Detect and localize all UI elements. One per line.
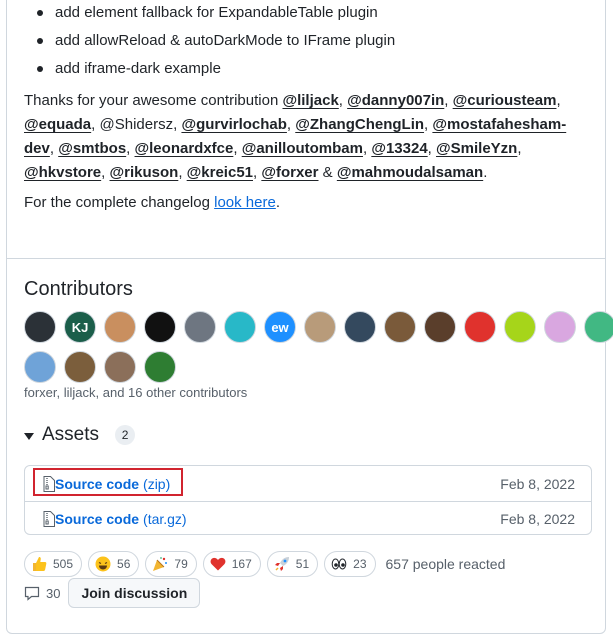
list-item: add element fallback for ExpandableTable…	[36, 0, 395, 27]
section-divider	[7, 258, 605, 259]
assets-count-badge: 2	[115, 425, 136, 445]
changelog-suffix: .	[275, 194, 281, 211]
user-mention-text: @Shidersz	[99, 116, 174, 133]
thanks-paragraph: Thanks for your awesome contribution @li…	[24, 89, 596, 185]
user-mention-link[interactable]: @mahmoudalsaman	[337, 164, 483, 181]
avatar[interactable]	[304, 311, 336, 343]
tada-icon	[153, 557, 168, 571]
reaction-heart[interactable]: 167	[202, 551, 261, 577]
avatar[interactable]	[104, 351, 136, 383]
highlight-box	[33, 468, 183, 496]
assets-list: Source code (zip) Feb 8, 2022 Source cod…	[24, 465, 592, 535]
contributors-summary: forxer, liljack, and 16 other contributo…	[24, 385, 248, 400]
user-mention-link[interactable]: @curiousteam	[453, 92, 557, 109]
user-mention-link[interactable]: @ZhangChengLin	[295, 116, 424, 133]
changelog-link[interactable]: look here	[214, 194, 276, 211]
avatar[interactable]	[384, 311, 416, 343]
avatar[interactable]	[224, 311, 256, 343]
reaction-count: 51	[295, 557, 310, 571]
avatar[interactable]	[104, 311, 136, 343]
rocket-icon	[274, 557, 289, 571]
avatar[interactable]	[464, 311, 496, 343]
user-mention-link[interactable]: @gurvirlochab	[181, 116, 286, 133]
discussion-row: 30 Join discussion	[24, 578, 201, 608]
user-mention-link[interactable]: @SmileYzn	[436, 140, 517, 157]
asset-date: Feb 8, 2022	[500, 475, 575, 492]
avatar[interactable]	[144, 351, 176, 383]
laugh-icon	[95, 556, 111, 572]
eyes-icon	[331, 558, 347, 570]
reaction-eyes[interactable]: 23	[324, 551, 376, 577]
avatar[interactable]	[344, 311, 376, 343]
avatar[interactable]	[24, 311, 56, 343]
avatar[interactable]	[144, 311, 176, 343]
user-mention-link[interactable]: @danny007in	[347, 92, 444, 109]
asset-link-targz[interactable]: Source code (tar.gz)	[43, 511, 187, 527]
reactions-bar: 505 56 79 167 51 23 657 people reacted	[24, 551, 505, 577]
avatar[interactable]	[584, 311, 613, 343]
list-item: add allowReload & autoDarkMode to IFrame…	[36, 27, 395, 55]
reaction-count: 23	[353, 557, 367, 571]
thumbs-up-icon	[33, 557, 47, 571]
avatar[interactable]	[184, 311, 216, 343]
thanks-prefix: Thanks for your awesome contribution	[24, 92, 283, 109]
changelog-prefix: For the complete changelog	[24, 194, 215, 211]
changelog-paragraph: For the complete changelog look here.	[24, 191, 280, 215]
list-item: add iframe-dark example	[36, 55, 395, 83]
reaction-count: 56	[117, 557, 131, 571]
assets-title: Assets	[42, 424, 100, 445]
user-mention-link[interactable]: @hkvstore	[24, 164, 101, 181]
user-mention-link[interactable]: @kreic51	[187, 164, 253, 181]
asset-row: Source code (tar.gz) Feb 8, 2022	[25, 501, 591, 536]
user-mention-link[interactable]: @equada	[24, 116, 91, 133]
asset-ext: (tar.gz)	[143, 511, 187, 527]
assets-toggle[interactable]: Assets 2	[24, 423, 136, 447]
file-zip-icon	[43, 511, 55, 527]
avatar[interactable]	[504, 311, 536, 343]
release-card: add element fallback for ExpandableTable…	[6, 0, 613, 634]
avatar[interactable]	[64, 351, 96, 383]
avatar[interactable]: ew	[264, 311, 296, 343]
reaction-tada[interactable]: 79	[145, 551, 197, 577]
user-mention-link[interactable]: @anilloutombam	[242, 140, 363, 157]
caret-down-icon	[24, 432, 34, 440]
release-notes: add element fallback for ExpandableTable…	[7, 0, 605, 258]
user-mention-link[interactable]: @rikuson	[110, 164, 179, 181]
user-mention-link[interactable]: @smtbos	[58, 140, 126, 157]
avatar[interactable]: KJ	[64, 311, 96, 343]
reaction-thumbs-up[interactable]: 505	[24, 551, 83, 577]
heart-icon	[210, 557, 226, 571]
reaction-count: 79	[174, 557, 188, 571]
asset-row: Source code (zip) Feb 8, 2022	[25, 466, 591, 501]
contributors-title: Contributors	[24, 278, 133, 300]
avatar[interactable]	[24, 351, 56, 383]
comment-count: 30	[46, 585, 61, 601]
asset-name: Source code	[55, 511, 140, 527]
avatar[interactable]	[424, 311, 456, 343]
comment-icon	[24, 586, 40, 601]
user-mention-link[interactable]: @forxer	[261, 164, 318, 181]
changes-list: add element fallback for ExpandableTable…	[36, 0, 395, 83]
reaction-laugh[interactable]: 56	[88, 551, 140, 577]
asset-date: Feb 8, 2022	[500, 511, 575, 527]
reaction-count: 167	[231, 557, 252, 571]
user-mention-link[interactable]: @13324	[371, 140, 427, 157]
join-discussion-button[interactable]: Join discussion	[68, 578, 201, 608]
reaction-rocket[interactable]: 51	[266, 551, 319, 577]
reaction-count: 505	[53, 557, 74, 571]
user-mention-link[interactable]: @liljack	[282, 92, 338, 109]
avatar[interactable]	[544, 311, 576, 343]
reacted-summary: 657 people reacted	[385, 556, 506, 572]
user-mention-link[interactable]: @leonardxfce	[135, 140, 234, 157]
